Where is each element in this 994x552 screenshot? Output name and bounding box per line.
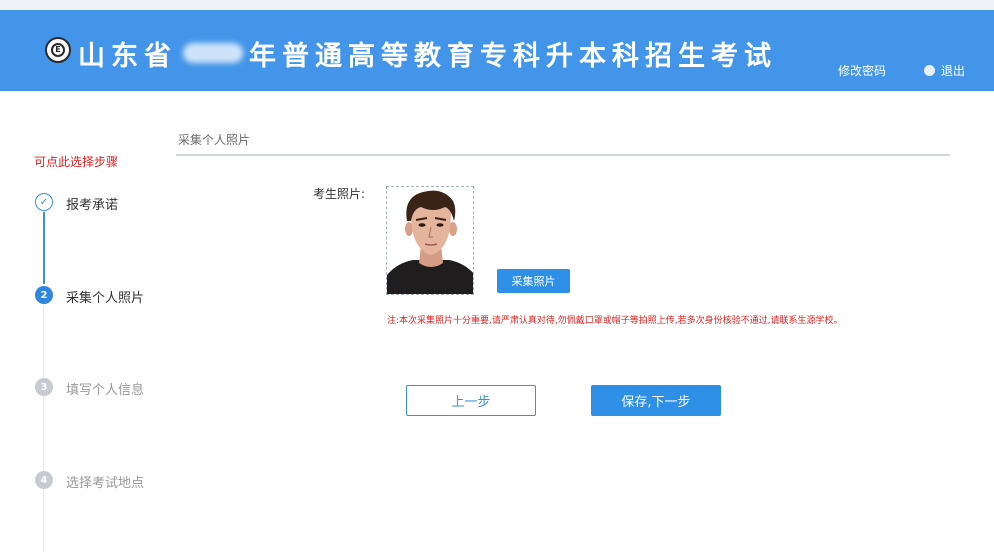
title-province: 山东省 <box>78 40 177 72</box>
title-exam-name: 年普通高等教育专科升本科招生考试 <box>249 40 777 72</box>
step-connector-done <box>43 212 45 284</box>
step-2-icon: 2 <box>35 286 53 304</box>
step-3-icon: 3 <box>35 378 53 396</box>
exam-logo-icon: E <box>45 37 71 63</box>
logout-label: 退出 <box>941 64 966 78</box>
step-exam-location[interactable]: 选择考试地点 <box>66 472 144 491</box>
logout-link[interactable]: 退出 <box>924 62 965 79</box>
candidate-photo <box>386 186 474 295</box>
capture-photo-button[interactable]: 采集照片 <box>497 269 570 293</box>
step-personal-info[interactable]: 填写个人信息 <box>66 379 144 398</box>
photo-notice: 注:本次采集照片十分重要,请严肃认真对待,勿佩戴口罩或帽子等拍照上传,若多次身份… <box>387 316 843 326</box>
section-divider <box>176 154 950 156</box>
page-title: 山东省 年普通高等教育专科升本科招生考试 <box>78 36 777 72</box>
step-connector <box>43 306 44 552</box>
prev-step-button[interactable]: 上一步 <box>406 385 536 416</box>
step-commitment[interactable]: 报考承诺 <box>66 194 118 213</box>
logo-letter: E <box>51 43 65 57</box>
save-next-button[interactable]: 保存,下一步 <box>591 385 721 416</box>
step-check-icon: ✓ <box>35 193 53 211</box>
step-hint: 可点此选择步骤 <box>34 155 119 169</box>
section-title: 采集个人照片 <box>178 133 251 147</box>
top-strip <box>0 0 994 10</box>
step-4-icon: 4 <box>35 471 53 489</box>
step-photo[interactable]: 采集个人照片 <box>66 287 144 306</box>
user-icon <box>924 65 935 76</box>
blurred-year <box>183 43 243 63</box>
photo-label: 考生照片: <box>313 187 366 201</box>
change-password-link[interactable]: 修改密码 <box>838 62 886 79</box>
